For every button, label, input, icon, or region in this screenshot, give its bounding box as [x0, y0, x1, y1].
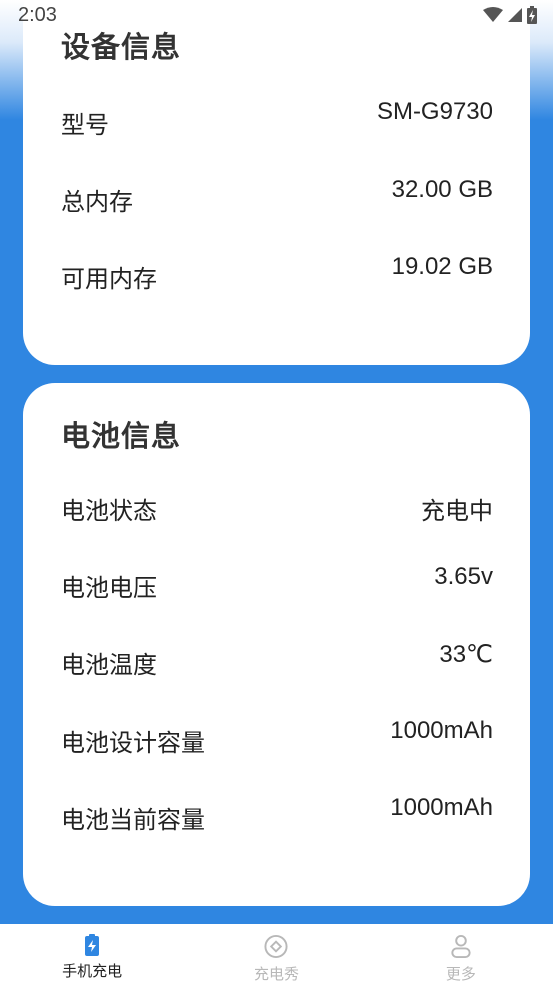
battery-status-value: 充电中 — [421, 498, 493, 525]
battery-charging-icon — [527, 6, 537, 24]
battery-design-capacity-value: 1000mAh — [390, 717, 493, 744]
battery-voltage-label: 电池电压 — [61, 574, 157, 602]
tab-more-label: 更多 — [445, 965, 476, 983]
battery-temperature-label: 电池温度 — [61, 651, 157, 679]
status-bar: 2:03 — [0, 0, 553, 32]
total-memory-value: 32.00 GB — [391, 176, 493, 203]
total-memory-label: 总内存 — [61, 188, 133, 216]
battery-temperature-value: 33℃ — [439, 641, 493, 668]
battery-status-label: 电池状态 — [61, 497, 157, 525]
person-icon — [451, 934, 471, 959]
device-info-card: 设备信息 型号 SM-G9730 总内存 32.00 GB 可用内存 19.02… — [23, 0, 530, 365]
tab-phone-charging-label: 手机充电 — [62, 962, 123, 980]
battery-current-capacity-value: 1000mAh — [390, 794, 493, 821]
tab-charging-show[interactable]: 充电秀 — [184, 924, 368, 984]
available-memory-label: 可用内存 — [61, 265, 157, 293]
battery-info-card: 电池信息 电池状态 充电中 电池电压 3.65v 电池温度 33℃ 电池设计容量… — [23, 383, 530, 906]
available-memory-value: 19.02 GB — [391, 253, 493, 280]
signal-icon — [508, 8, 522, 22]
diamond-circle-icon — [264, 934, 289, 959]
battery-info-title: 电池信息 — [61, 419, 182, 453]
wifi-icon — [483, 7, 503, 22]
tab-charging-show-label: 充电秀 — [253, 965, 299, 983]
tab-more[interactable]: 更多 — [369, 924, 553, 984]
battery-current-capacity-label: 电池当前容量 — [61, 806, 205, 834]
model-value: SM-G9730 — [376, 98, 493, 125]
battery-voltage-value: 3.65v — [434, 563, 493, 590]
model-label: 型号 — [61, 111, 109, 139]
tab-phone-charging[interactable]: 手机充电 — [0, 924, 184, 984]
battery-bolt-icon — [85, 934, 100, 956]
battery-design-capacity-label: 电池设计容量 — [61, 729, 205, 757]
status-time: 2:03 — [18, 4, 57, 26]
status-icons — [483, 6, 537, 24]
bottom-tab-bar: 手机充电 充电秀 更多 — [0, 924, 553, 984]
